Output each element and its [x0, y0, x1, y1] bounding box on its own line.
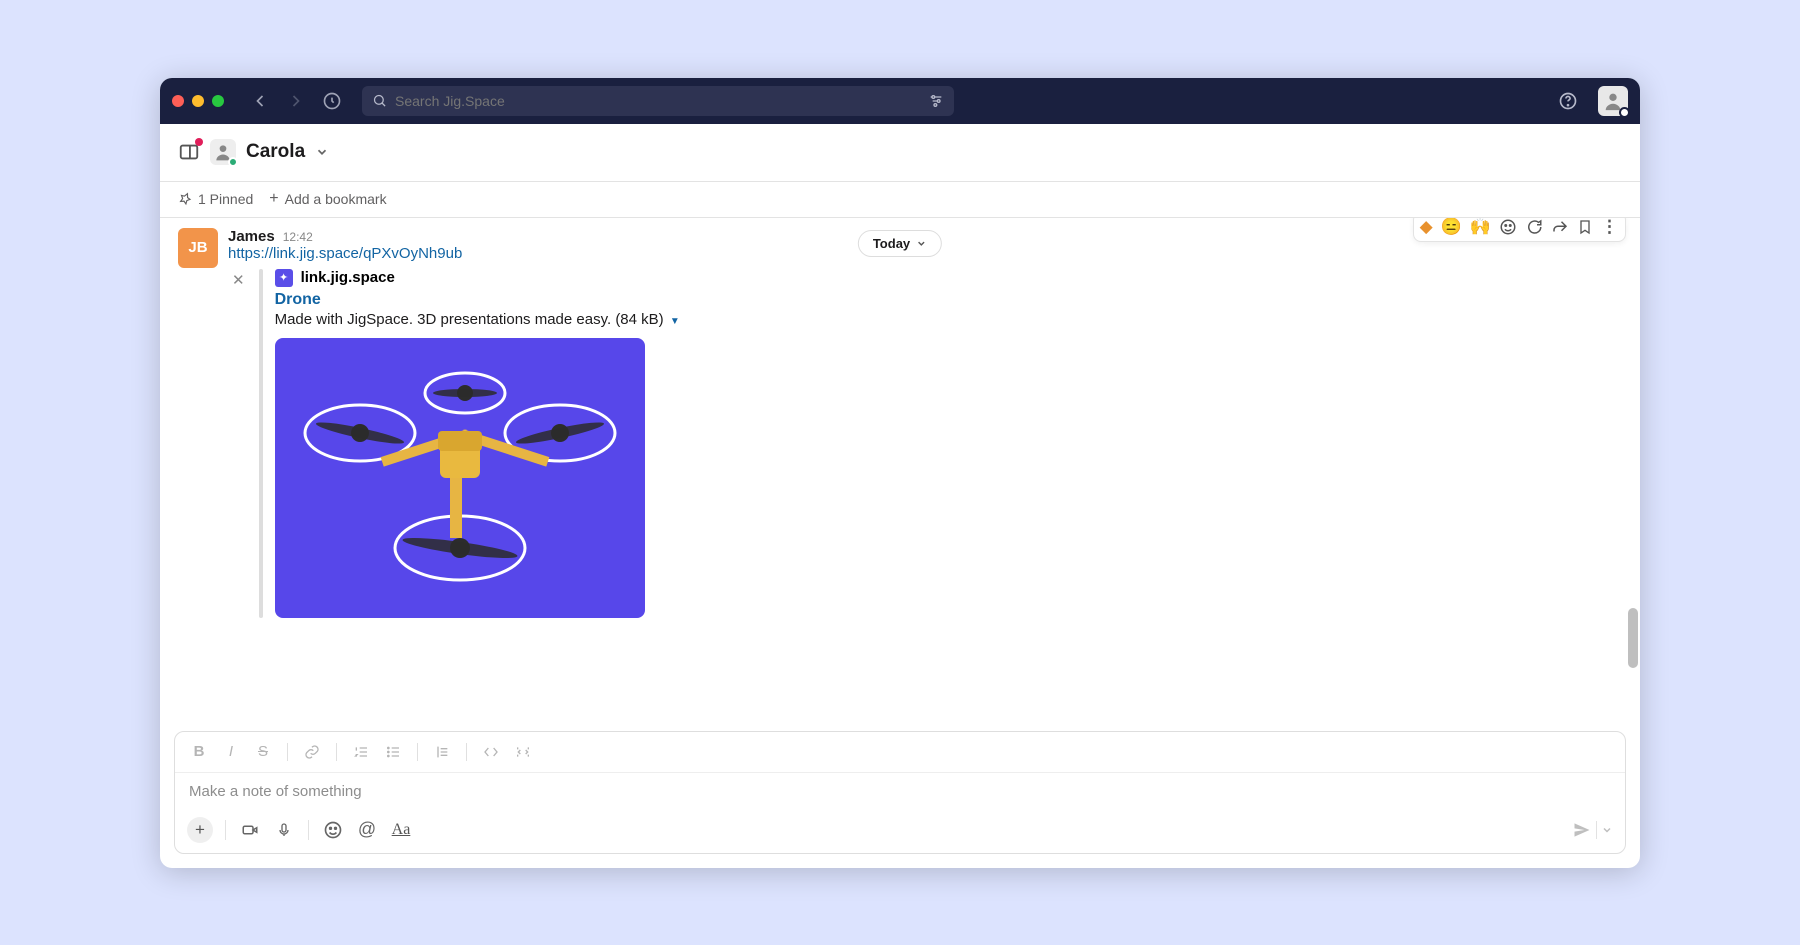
- pinned-button[interactable]: 1 Pinned: [178, 191, 253, 207]
- reaction-face-icon[interactable]: 😑: [1441, 218, 1462, 237]
- bookmark-icon[interactable]: [1577, 218, 1593, 236]
- add-bookmark-label: Add a bookmark: [285, 191, 387, 207]
- message-actions-toolbar: ◆ 😑 🙌 ⋮: [1413, 218, 1626, 242]
- channel-header: Carola: [160, 124, 1640, 182]
- sender-avatar[interactable]: JB: [178, 228, 218, 268]
- presence-online-icon: [228, 157, 238, 167]
- minimize-window-button[interactable]: [192, 95, 204, 107]
- search-filter-icon[interactable]: [928, 93, 944, 109]
- message-time: 12:42: [283, 230, 313, 244]
- link-button[interactable]: [300, 740, 324, 764]
- add-bookmark-button[interactable]: + Add a bookmark: [269, 190, 386, 208]
- message-composer: B I S: [174, 731, 1626, 854]
- add-reaction-icon[interactable]: [1499, 218, 1517, 236]
- blockquote-button[interactable]: [430, 740, 454, 764]
- slack-window: Carola 1 Pinned + Add a bookmark ◆ 😑 🙌: [160, 78, 1640, 868]
- emoji-button[interactable]: [321, 818, 345, 842]
- italic-button[interactable]: I: [219, 740, 243, 764]
- notification-dot: [195, 138, 203, 146]
- chevron-down-icon[interactable]: [315, 145, 329, 159]
- sender-name[interactable]: James: [228, 228, 275, 245]
- site-favicon: ✦: [275, 269, 293, 287]
- strike-button[interactable]: S: [251, 740, 275, 764]
- search-input[interactable]: [395, 93, 920, 109]
- send-options-button[interactable]: [1601, 824, 1613, 836]
- titlebar: [160, 78, 1640, 124]
- send-button[interactable]: [1572, 820, 1592, 840]
- close-window-button[interactable]: [172, 95, 184, 107]
- site-name: link.jig.space: [301, 269, 395, 286]
- video-button[interactable]: [238, 818, 262, 842]
- help-button[interactable]: [1554, 87, 1582, 115]
- date-divider-label: Today: [873, 236, 910, 251]
- message: JB James 12:42 https://link.jig.space/qP…: [178, 228, 1622, 618]
- format-toggle-button[interactable]: Aa: [389, 818, 413, 842]
- unfurl-title[interactable]: Drone: [275, 291, 680, 309]
- window-controls: [172, 95, 224, 107]
- share-icon[interactable]: [1551, 218, 1569, 236]
- attach-button[interactable]: +: [187, 817, 213, 843]
- expand-arrow-icon[interactable]: ▼: [670, 316, 680, 327]
- remove-preview-button[interactable]: ✕: [228, 269, 249, 618]
- unfurl-bar: [259, 269, 263, 618]
- more-actions-icon[interactable]: ⋮: [1601, 218, 1619, 237]
- user-avatar[interactable]: [1598, 86, 1628, 116]
- bullet-list-button[interactable]: [381, 740, 405, 764]
- link-unfurl: ✕ ✦ link.jig.space Drone Made with JigSp…: [228, 269, 1622, 618]
- format-toolbar: B I S: [175, 732, 1625, 773]
- unfurl-description: Made with JigSpace. 3D presentations mad…: [275, 311, 664, 328]
- search-bar[interactable]: [362, 86, 954, 116]
- channel-name[interactable]: Carola: [246, 141, 305, 163]
- message-link[interactable]: https://link.jig.space/qPXvOyNh9ub: [228, 245, 462, 262]
- channel-avatar: [210, 139, 236, 165]
- maximize-window-button[interactable]: [212, 95, 224, 107]
- date-divider[interactable]: Today: [858, 230, 942, 257]
- history-forward-button[interactable]: [282, 87, 310, 115]
- pin-icon: [178, 192, 192, 206]
- audio-button[interactable]: [272, 818, 296, 842]
- plus-icon: +: [269, 190, 278, 208]
- unfurl-image[interactable]: [275, 338, 645, 618]
- search-icon: [372, 93, 387, 108]
- bold-button[interactable]: B: [187, 740, 211, 764]
- presence-indicator: [1619, 107, 1630, 118]
- chevron-down-icon: [916, 238, 927, 249]
- drone-image: [290, 353, 630, 603]
- bookmarks-bar: 1 Pinned + Add a bookmark: [160, 182, 1640, 218]
- mention-button[interactable]: @: [355, 818, 379, 842]
- thread-icon[interactable]: [1525, 218, 1543, 236]
- reaction-hands-icon[interactable]: 🙌: [1470, 218, 1491, 237]
- codeblock-button[interactable]: [511, 740, 535, 764]
- message-list: ◆ 😑 🙌 ⋮ Today JB Jame: [160, 218, 1640, 723]
- pinned-count-label: 1 Pinned: [198, 191, 253, 207]
- toggle-sidebar-button[interactable]: [178, 141, 200, 163]
- reaction-heart-icon[interactable]: ◆: [1420, 218, 1433, 237]
- composer-input[interactable]: [189, 783, 1611, 800]
- scrollbar-thumb[interactable]: [1628, 608, 1638, 668]
- history-back-button[interactable]: [246, 87, 274, 115]
- code-button[interactable]: [479, 740, 503, 764]
- composer-actions: + @ Aa: [175, 811, 1625, 853]
- history-recent-button[interactable]: [318, 87, 346, 115]
- ordered-list-button[interactable]: [349, 740, 373, 764]
